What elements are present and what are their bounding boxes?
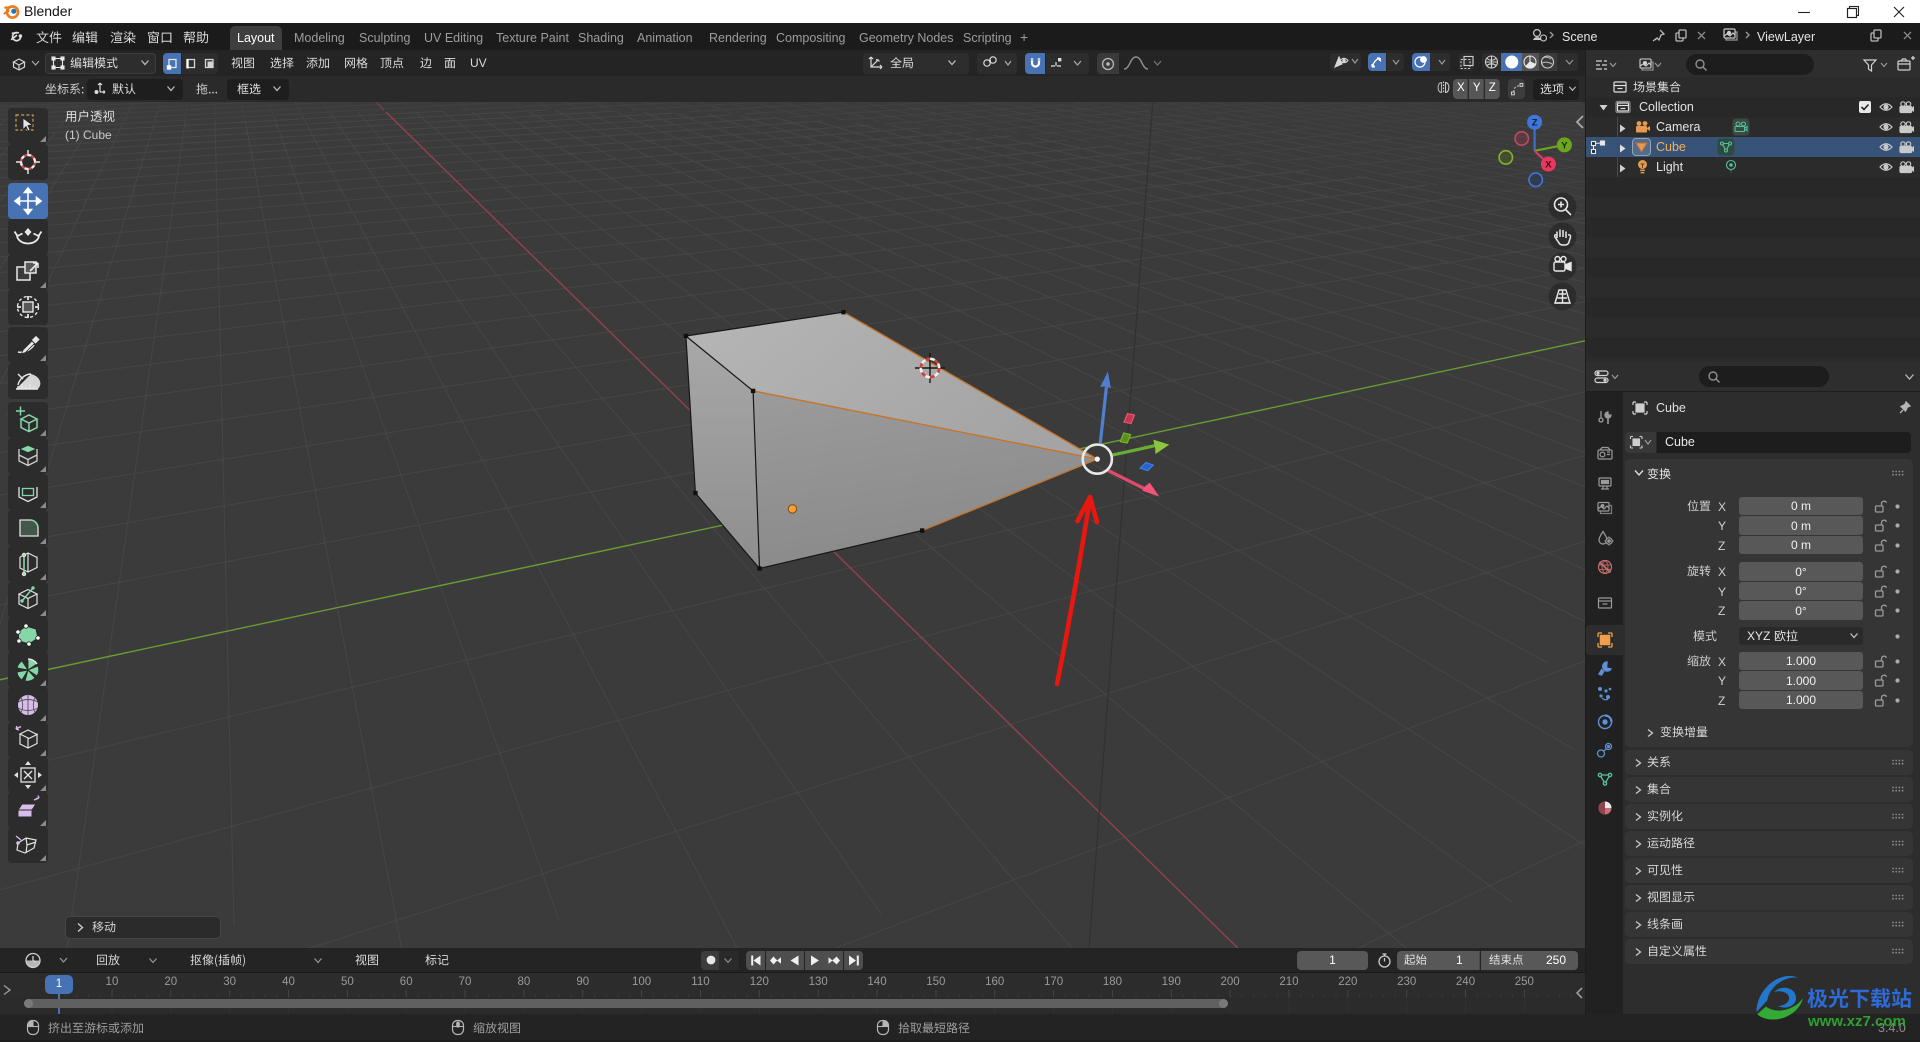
- svg-text:X: X: [1545, 160, 1552, 171]
- svg-text:Y: Y: [1561, 140, 1568, 151]
- svg-text:Z: Z: [1532, 118, 1538, 129]
